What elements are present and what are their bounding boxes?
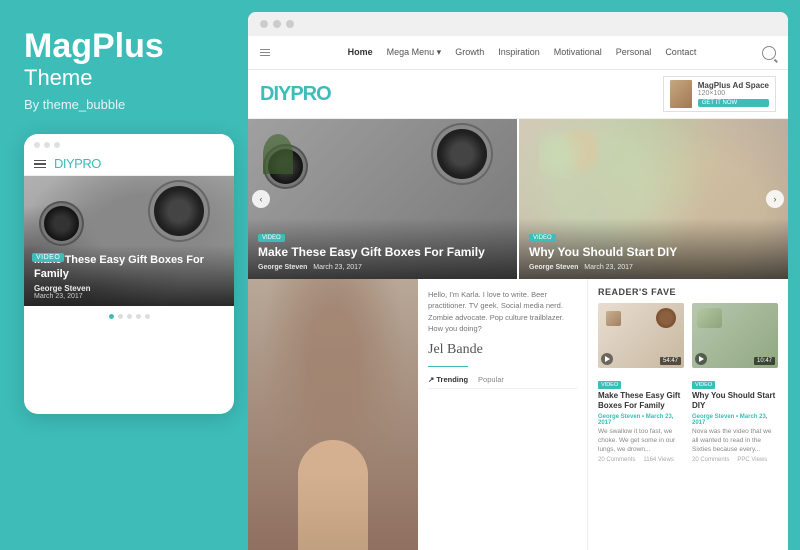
bio-text: Hello, I'm Karla. I love to write. Beer … bbox=[428, 289, 577, 334]
fave-video-badge-1: VIDEO bbox=[598, 381, 621, 389]
browser-dot-1 bbox=[260, 20, 268, 28]
hero-overlay-2: VIDEO Why You Should Start DIY George St… bbox=[519, 218, 788, 279]
trending-tab[interactable]: ↗ Trending bbox=[428, 375, 468, 384]
browser-bar bbox=[248, 12, 788, 36]
brand-by: By theme_bubble bbox=[24, 97, 125, 112]
browser-dot-3 bbox=[286, 20, 294, 28]
hero-slide-2: VIDEO Why You Should Start DIY George St… bbox=[519, 119, 788, 279]
video-play-icon-1 bbox=[601, 353, 613, 365]
mobile-card-date: March 23, 2017 bbox=[34, 293, 224, 300]
mobile-pagination bbox=[24, 306, 234, 325]
bottom-area: Hello, I'm Karla. I love to write. Beer … bbox=[248, 279, 788, 550]
fave-comments-1: 20 Comments bbox=[598, 457, 635, 463]
portrait-figure bbox=[298, 440, 368, 550]
nav-link-inspiration[interactable]: Inspiration bbox=[498, 47, 540, 58]
leaf-deco bbox=[697, 308, 722, 328]
mobile-logo: DIYPRO bbox=[54, 156, 101, 171]
slider-arrow-left[interactable]: ‹ bbox=[252, 190, 270, 208]
mobile-dot-3 bbox=[54, 142, 60, 148]
pagination-dot-3[interactable] bbox=[127, 314, 132, 319]
mobile-dot-2 bbox=[44, 142, 50, 148]
nav-link-personal[interactable]: Personal bbox=[616, 47, 652, 58]
pagination-dot-2[interactable] bbox=[118, 314, 123, 319]
mobile-card-author: George Steven bbox=[34, 284, 224, 293]
ad-text: MagPlus Ad Space 120×100 GET IT NOW bbox=[698, 81, 769, 107]
coffee-cup-icon bbox=[656, 308, 676, 328]
fave-image-2: 10:47 bbox=[692, 303, 778, 368]
hero-meta-1: George Steven March 23, 2017 bbox=[258, 264, 507, 271]
bio-divider bbox=[428, 366, 468, 367]
video-play-icon-2 bbox=[695, 353, 707, 365]
site-nav: Home Mega Menu ▾ Growth Inspiration Moti… bbox=[248, 36, 788, 70]
bio-section: Hello, I'm Karla. I love to write. Beer … bbox=[418, 279, 588, 550]
fave-card-2: 10:47 VIDEO Why You Should Start DIY Geo… bbox=[692, 303, 778, 463]
fave-excerpt-2: Nova was the video that we all wanted to… bbox=[692, 427, 778, 454]
hero-video-badge-1: VIDEO bbox=[258, 234, 285, 242]
portrait-column bbox=[248, 279, 418, 550]
hero-lens-1 bbox=[437, 129, 487, 179]
item-deco bbox=[606, 311, 621, 326]
fave-stats-2: 20 Comments PPC Views bbox=[692, 457, 778, 463]
readers-fave-title: Reader's Fave bbox=[598, 287, 778, 297]
fave-views-1: 1164 Views bbox=[643, 457, 673, 463]
search-icon[interactable] bbox=[762, 46, 776, 60]
fave-image-1: 54:47 bbox=[598, 303, 684, 368]
ad-image bbox=[670, 80, 692, 108]
hero-title-1: Make These Easy Gift Boxes For Family bbox=[258, 245, 507, 261]
ad-box: MagPlus Ad Space 120×100 GET IT NOW bbox=[663, 76, 776, 112]
mobile-mockup: DIYPRO VIDEO Make These Easy Gift Boxes … bbox=[24, 134, 234, 414]
fave-views-2: PPC Views bbox=[737, 457, 767, 463]
pagination-dot-4[interactable] bbox=[136, 314, 141, 319]
hero-overlay-1: VIDEO Make These Easy Gift Boxes For Fam… bbox=[248, 218, 517, 279]
hero-slide-1: VIDEO Make These Easy Gift Boxes For Fam… bbox=[248, 119, 519, 279]
mobile-top-bar bbox=[24, 134, 234, 152]
nav-link-mega[interactable]: Mega Menu ▾ bbox=[387, 47, 442, 58]
fave-excerpt-1: We swallow it too fast, we choke. We get… bbox=[598, 427, 684, 454]
fave-author-1: George Steven • March 23, 2017 bbox=[598, 414, 684, 426]
site-logo: DIYPRO bbox=[260, 83, 331, 106]
browser-mockup: Home Mega Menu ▾ Growth Inspiration Moti… bbox=[248, 12, 788, 550]
mobile-hero-image: VIDEO Make These Easy Gift Boxes For Fam… bbox=[24, 176, 234, 306]
popular-tab[interactable]: Popular bbox=[478, 375, 504, 384]
mobile-video-badge: VIDEO bbox=[32, 253, 64, 262]
mobile-nav: DIYPRO bbox=[24, 152, 234, 176]
readers-fave-section: Reader's Fave 54:47 bbox=[588, 279, 788, 550]
nav-link-motivational[interactable]: Motivational bbox=[554, 47, 602, 58]
trending-tabs: ↗ Trending Popular bbox=[428, 375, 577, 389]
hero-slider: ‹ VIDEO Make These Easy Gift Boxes For F… bbox=[248, 119, 788, 279]
site-header: DIYPRO MagPlus Ad Space 120×100 GET IT N… bbox=[248, 70, 788, 119]
nav-links: Home Mega Menu ▾ Growth Inspiration Moti… bbox=[282, 47, 762, 58]
hero-title-2: Why You Should Start DIY bbox=[529, 245, 778, 261]
fave-title-1[interactable]: Make These Easy Gift Boxes For Family bbox=[598, 391, 684, 412]
fave-duration-1: 54:47 bbox=[660, 357, 681, 365]
brand-name: MagPlus Theme bbox=[24, 28, 164, 97]
fave-title-2[interactable]: Why You Should Start DIY bbox=[692, 391, 778, 412]
fave-author-2: George Steven • March 23, 2017 bbox=[692, 414, 778, 426]
watercolor-deco bbox=[539, 129, 599, 179]
browser-dot-2 bbox=[273, 20, 281, 28]
hamburger-icon[interactable] bbox=[34, 160, 46, 169]
bio-signature: Jel Bande bbox=[428, 342, 577, 358]
fave-duration-2: 10:47 bbox=[754, 357, 775, 365]
ad-button[interactable]: GET IT NOW bbox=[698, 99, 769, 107]
plant-deco bbox=[263, 134, 293, 174]
nav-link-growth[interactable]: Growth bbox=[455, 47, 484, 58]
slider-arrow-right[interactable]: › bbox=[766, 190, 784, 208]
fave-comments-2: 20 Comments bbox=[692, 457, 729, 463]
hero-meta-2: George Steven March 23, 2017 bbox=[529, 264, 778, 271]
left-panel: MagPlus Theme By theme_bubble DIYPRO VID… bbox=[0, 0, 248, 550]
site-hamburger-icon[interactable] bbox=[260, 49, 270, 56]
website-content: Home Mega Menu ▾ Growth Inspiration Moti… bbox=[248, 36, 788, 550]
mobile-dot-1 bbox=[34, 142, 40, 148]
nav-link-home[interactable]: Home bbox=[348, 47, 373, 58]
fave-stats-1: 20 Comments 1164 Views bbox=[598, 457, 684, 463]
hero-video-badge-2: VIDEO bbox=[529, 234, 556, 242]
pagination-dot-1[interactable] bbox=[109, 314, 114, 319]
mobile-card-overlay: VIDEO Make These Easy Gift Boxes For Fam… bbox=[24, 245, 234, 307]
pagination-dot-5[interactable] bbox=[145, 314, 150, 319]
nav-link-contact[interactable]: Contact bbox=[665, 47, 696, 58]
fave-card-1: 54:47 VIDEO Make These Easy Gift Boxes F… bbox=[598, 303, 684, 463]
fave-grid: 54:47 VIDEO Make These Easy Gift Boxes F… bbox=[598, 303, 778, 463]
fave-video-badge-2: VIDEO bbox=[692, 381, 715, 389]
